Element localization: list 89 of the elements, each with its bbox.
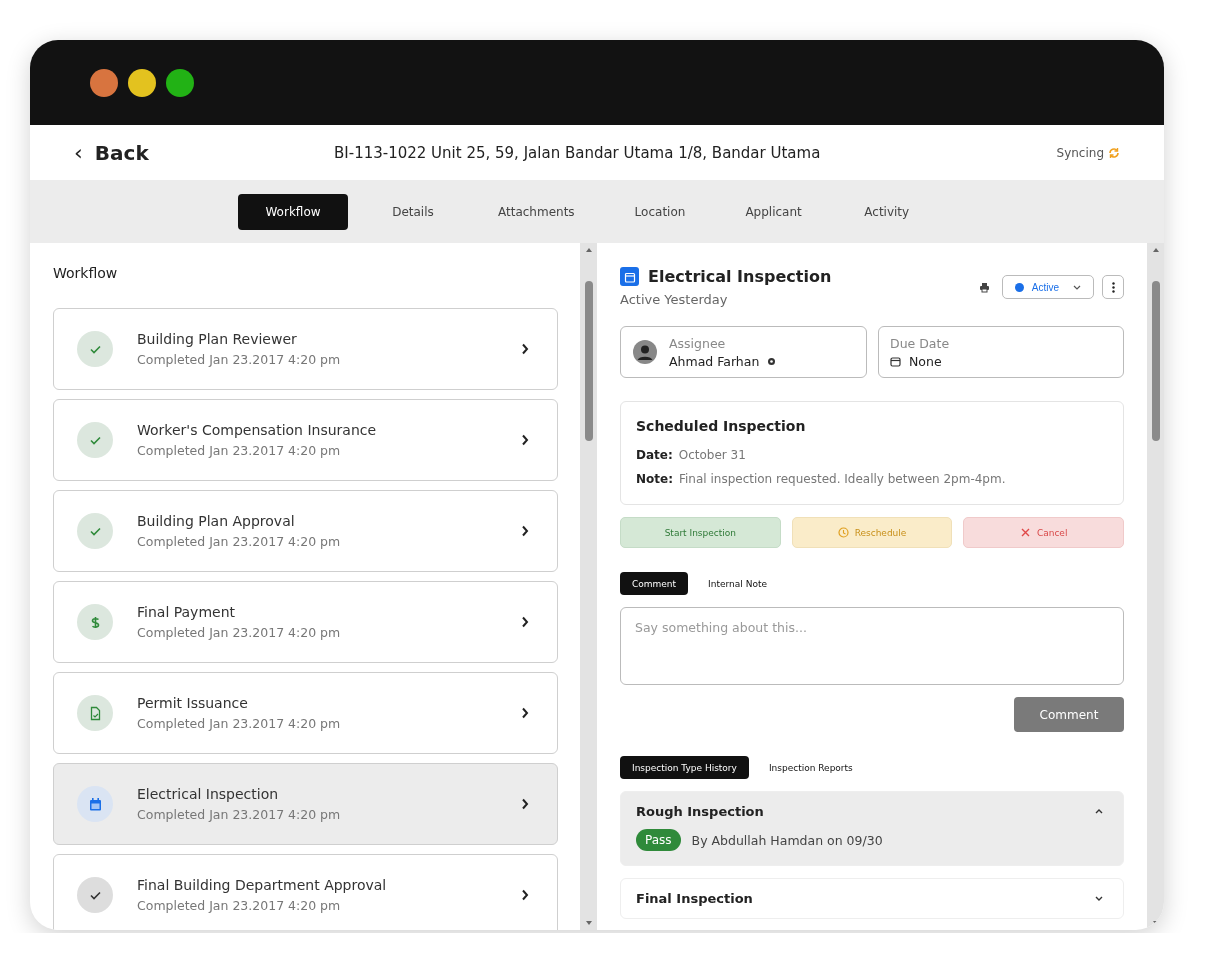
- due-date-field[interactable]: Due Date None: [878, 326, 1124, 378]
- tab[interactable]: Inspection Type History: [620, 756, 749, 779]
- detail-value: Final inspection requested. Ideally between 2pm-4pm.: [678, 472, 1006, 486]
- field-value: Ahmad Farhan: [669, 353, 760, 369]
- result-note: By Abdullah Hamdan on 09/30: [691, 832, 883, 848]
- chevron-right-icon: [521, 343, 529, 355]
- step-title: Permit Issuance: [137, 695, 249, 711]
- back-button[interactable]: ‹ Back: [74, 140, 334, 165]
- tab[interactable]: Details: [368, 193, 458, 230]
- print-icon: [978, 281, 990, 293]
- tab[interactable]: Applicant: [725, 193, 822, 230]
- tab[interactable]: Location: [614, 193, 706, 230]
- chevron-right-icon: [521, 707, 529, 719]
- tab[interactable]: Inspection Reports: [756, 756, 865, 779]
- detail-subtitle: Active Yesterday: [620, 292, 729, 307]
- accordion-title: Final Inspection: [636, 891, 753, 906]
- step-title: Building Plan Reviewer: [137, 331, 298, 347]
- tab[interactable]: Workflow: [238, 193, 348, 230]
- workflow-step-card[interactable]: Permit Issuance Completed Jan 23.2017 4:20 pm: [53, 672, 558, 754]
- window-control[interactable]: [90, 68, 118, 97]
- assignee-field[interactable]: Assignee Ahmad Farhan: [620, 326, 867, 378]
- window-control[interactable]: [166, 68, 194, 97]
- step-title: Electrical Inspection: [137, 786, 280, 802]
- workflow-step-card[interactable]: Worker's Compensation Insurance Completed Jan 23.2017 4:20 pm: [53, 399, 558, 481]
- chevron-right-icon: [521, 616, 529, 628]
- tab[interactable]: Internal Note: [696, 572, 779, 595]
- chevron-right-icon: [521, 525, 529, 537]
- step-date: Completed Jan 23.2017 4:20 pm: [137, 534, 342, 549]
- chevron-right-icon: [521, 434, 529, 446]
- step-date: Completed Jan 23.2017 4:20 pm: [137, 443, 342, 458]
- detail-value: October 31: [678, 448, 746, 462]
- workflow-step-card[interactable]: Building Plan Approval Completed Jan 23.2017 4:20 pm: [53, 490, 558, 572]
- field-label: Assignee: [669, 335, 727, 351]
- tab[interactable]: Comment: [620, 572, 689, 595]
- step-date: Completed Jan 23.2017 4:20 pm: [137, 352, 342, 367]
- close-icon: [1019, 527, 1031, 538]
- scroll-down-icon: [584, 920, 593, 926]
- detail-title: Electrical Inspection: [648, 267, 832, 286]
- workflow-step-card[interactable]: Building Plan Reviewer Completed Jan 23.2017 4:20 pm: [53, 308, 558, 390]
- window-control[interactable]: [128, 68, 156, 97]
- step-date: Completed Jan 23.2017 4:20 pm: [137, 807, 342, 822]
- clock-icon: [837, 527, 849, 538]
- avatar-icon: [633, 340, 657, 364]
- more-vertical-icon: [1111, 281, 1115, 293]
- tab[interactable]: Attachments: [478, 193, 595, 230]
- accordion-item[interactable]: Final Inspection: [620, 878, 1124, 919]
- page-title: BI-113-1022 Unit 25, 59, Jalan Bandar Utama 1/8, Bandar Utama: [334, 143, 822, 162]
- workflow-step-card[interactable]: Final Building Department Approval Completed Jan 23.2017 4:20 pm: [53, 854, 558, 930]
- workflow-step-card[interactable]: Final Payment Completed Jan 23.2017 4:20 pm: [53, 581, 558, 663]
- step-date: Completed Jan 23.2017 4:20 pm: [137, 898, 342, 913]
- accordion-item[interactable]: Rough Inspection Pass By Abdullah Hamdan on 09/30: [620, 791, 1124, 866]
- scroll-up-icon: [1151, 247, 1160, 253]
- sync-icon: [1108, 146, 1120, 159]
- step-title: Worker's Compensation Insurance: [137, 422, 378, 438]
- step-title: Final Payment: [137, 604, 236, 620]
- step-date: Completed Jan 23.2017 4:20 pm: [137, 716, 342, 731]
- field-label: Due Date: [890, 335, 950, 351]
- workflow-step-card[interactable]: Electrical Inspection Completed Jan 23.2017 4:20 pm: [53, 763, 558, 845]
- detail-label: Date:: [636, 448, 673, 462]
- section-title: Workflow: [53, 265, 119, 281]
- scroll-up-icon: [584, 247, 593, 253]
- chevron-up-icon: [1095, 809, 1103, 814]
- card-title: Scheduled Inspection: [636, 418, 807, 434]
- chevron-down-icon: [1095, 896, 1103, 901]
- step-title: Final Building Department Approval: [137, 877, 388, 893]
- accordion-title: Rough Inspection: [636, 804, 764, 819]
- scrollbar[interactable]: [580, 243, 597, 930]
- field-value: None: [909, 353, 942, 369]
- result-badge: Pass: [636, 829, 681, 851]
- caret-down-icon: [1073, 284, 1081, 290]
- gear-icon: [767, 356, 777, 366]
- scroll-thumb[interactable]: [1151, 281, 1160, 441]
- step-date: Completed Jan 23.2017 4:20 pm: [137, 625, 342, 640]
- step-title: Building Plan Approval: [137, 513, 296, 529]
- chevron-right-icon: [521, 798, 529, 810]
- start-inspection-button[interactable]: Start Inspection: [620, 517, 781, 548]
- comment-button[interactable]: Comment: [1014, 697, 1124, 732]
- detail-label: Note:: [636, 472, 673, 486]
- tab[interactable]: Activity: [841, 193, 932, 230]
- comment-field[interactable]: Say something about this...: [620, 607, 1124, 685]
- status-dropdown[interactable]: Active: [1001, 275, 1094, 299]
- scroll-thumb[interactable]: [584, 281, 593, 441]
- sync-status: Syncing: [1056, 145, 1104, 160]
- more-button[interactable]: [1102, 275, 1124, 299]
- status-label: Active: [1031, 281, 1059, 293]
- calendar-icon: [890, 355, 901, 367]
- scrollbar[interactable]: [1147, 243, 1164, 930]
- calendar-icon: [620, 267, 639, 286]
- chevron-right-icon: [521, 889, 529, 901]
